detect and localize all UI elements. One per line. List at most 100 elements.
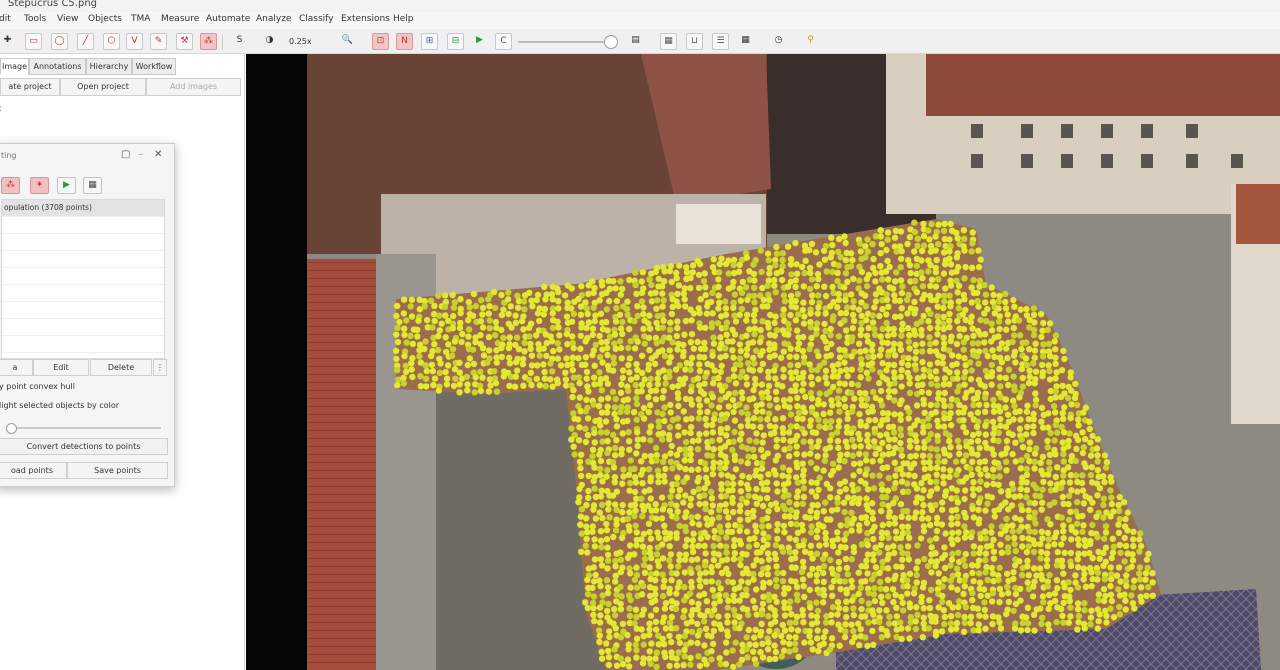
opacity-slider-track[interactable]	[518, 41, 610, 43]
view-grid-icon[interactable]: ▦	[660, 33, 677, 50]
brush-icon[interactable]: ✎	[150, 33, 167, 50]
annotation-point	[661, 605, 669, 612]
annotation-point	[1003, 458, 1010, 465]
menu-view[interactable]: View	[57, 14, 78, 24]
move-icon[interactable]: ✚	[0, 33, 15, 48]
delete-button[interactable]: Delete	[90, 359, 152, 376]
wand-icon[interactable]: ⚒	[176, 33, 193, 50]
annotation-point	[939, 592, 946, 600]
list-item[interactable]	[2, 234, 164, 251]
list-item[interactable]	[2, 336, 164, 353]
view-tiles-icon[interactable]: ▦	[738, 33, 753, 48]
list-item[interactable]	[2, 302, 164, 319]
tab-hierarchy[interactable]: Hierarchy	[86, 58, 132, 75]
overlay-detections-icon[interactable]: ⊞	[421, 33, 438, 50]
list-item[interactable]	[2, 285, 164, 302]
annotation-point	[616, 338, 624, 345]
menu-tools[interactable]: Tools	[24, 14, 46, 24]
menu-classify[interactable]: Classify	[299, 14, 334, 24]
tab-annotations[interactable]: Annotations	[29, 58, 86, 75]
close-icon[interactable]: ✕	[154, 149, 162, 160]
ellipse-icon[interactable]: ◯	[51, 33, 68, 50]
brightness-icon[interactable]: ◑	[262, 33, 277, 48]
point-size-slider[interactable]	[0, 423, 167, 434]
menu-analyze[interactable]: Analyze	[256, 14, 291, 24]
annotation-point	[962, 604, 970, 611]
annotation-point	[816, 542, 823, 549]
annotation-point	[856, 450, 863, 458]
annotation-point	[730, 663, 737, 670]
list-item[interactable]	[2, 319, 164, 336]
load-points-button[interactable]: oad points	[0, 462, 67, 479]
menu-extensions[interactable]: Extensions	[341, 14, 390, 24]
slider-thumb[interactable]	[6, 423, 17, 434]
annotation-point	[722, 394, 730, 401]
grid-icon[interactable]: ▦	[83, 177, 102, 194]
save-points-button[interactable]: Save points	[67, 462, 168, 479]
create-project-button[interactable]: ate project	[0, 78, 60, 96]
minimize-icon[interactable]: –	[138, 149, 143, 160]
selection-icon[interactable]: S	[232, 33, 247, 48]
tab-workflow[interactable]: Workflow	[132, 58, 176, 75]
polygon-icon[interactable]: ⬡	[103, 33, 120, 50]
annotation-point	[780, 590, 788, 597]
overlay-annotations-icon[interactable]: ⊡	[372, 33, 389, 50]
run-icon[interactable]: ▶	[57, 177, 76, 194]
menu-measure[interactable]: Measure	[161, 14, 199, 24]
points-icon[interactable]: ⁂	[200, 33, 217, 50]
list-item[interactable]: opulation (3708 points)	[2, 200, 164, 217]
list-item[interactable]	[2, 217, 164, 234]
add-images-button[interactable]: Add images	[146, 78, 241, 96]
overlay-tma-icon[interactable]: N	[396, 33, 413, 50]
annotation-point	[869, 312, 876, 319]
overlay-pixel-icon[interactable]: ⊟	[447, 33, 464, 50]
points-tool-icon[interactable]: ⁂	[1, 177, 20, 194]
tab-image[interactable]: Image	[0, 58, 29, 75]
opacity-slider-thumb[interactable]	[604, 35, 618, 49]
annotation-point	[780, 348, 787, 355]
annotation-point	[827, 471, 835, 479]
contrast-icon[interactable]: C	[495, 33, 512, 50]
annotation-point	[891, 411, 898, 418]
menu-edit[interactable]: dit	[0, 14, 11, 24]
menu-tma[interactable]: TMA	[131, 14, 150, 24]
annotation-point	[722, 453, 729, 460]
view-list-icon[interactable]: ☰	[712, 33, 729, 50]
polyline-icon[interactable]: V	[126, 33, 143, 50]
play-icon[interactable]: ▶	[472, 33, 487, 48]
annotation-point	[624, 554, 632, 562]
menu-help[interactable]: Help	[393, 14, 414, 24]
list-item[interactable]	[2, 251, 164, 268]
annotation-point	[757, 416, 764, 423]
edit-button[interactable]: Edit	[33, 359, 89, 376]
more-button[interactable]: ⋮	[153, 359, 167, 376]
points-list[interactable]: opulation (3708 points)	[1, 199, 165, 359]
annotation-point	[1067, 604, 1074, 611]
zoom-icon[interactable]: 🔍	[340, 33, 355, 48]
highlight-color-checkbox[interactable]: light selected objects by color	[0, 401, 119, 410]
annotation-point	[906, 408, 913, 416]
clock-icon[interactable]: ◷	[771, 33, 786, 48]
add-point-icon[interactable]: ✶	[30, 177, 49, 194]
table-icon[interactable]: ▤	[628, 33, 643, 48]
script-icon[interactable]: ⚲	[803, 33, 818, 48]
open-project-button[interactable]: Open project	[60, 78, 146, 96]
annotation-point	[512, 319, 520, 326]
annotation-point	[771, 282, 778, 289]
list-item[interactable]	[2, 268, 164, 285]
maximize-icon[interactable]: ▢	[121, 149, 130, 160]
annotation-point	[668, 487, 676, 494]
annotation-point	[877, 250, 884, 257]
annotation-point	[394, 324, 401, 332]
convert-detections-button[interactable]: Convert detections to points	[0, 438, 168, 455]
menu-objects[interactable]: Objects	[88, 14, 122, 24]
annotation-point	[1025, 543, 1032, 550]
rectangle-icon[interactable]: ▭	[25, 33, 42, 50]
line-icon[interactable]: ╱	[77, 33, 94, 50]
image-viewer[interactable]	[246, 54, 1280, 670]
convex-hull-checkbox[interactable]: y point convex hull	[0, 382, 75, 391]
add-button[interactable]: a	[0, 359, 33, 376]
view-split-icon[interactable]: ⊔	[686, 33, 703, 50]
menu-automate[interactable]: Automate	[206, 14, 250, 24]
annotation-point	[687, 495, 695, 502]
